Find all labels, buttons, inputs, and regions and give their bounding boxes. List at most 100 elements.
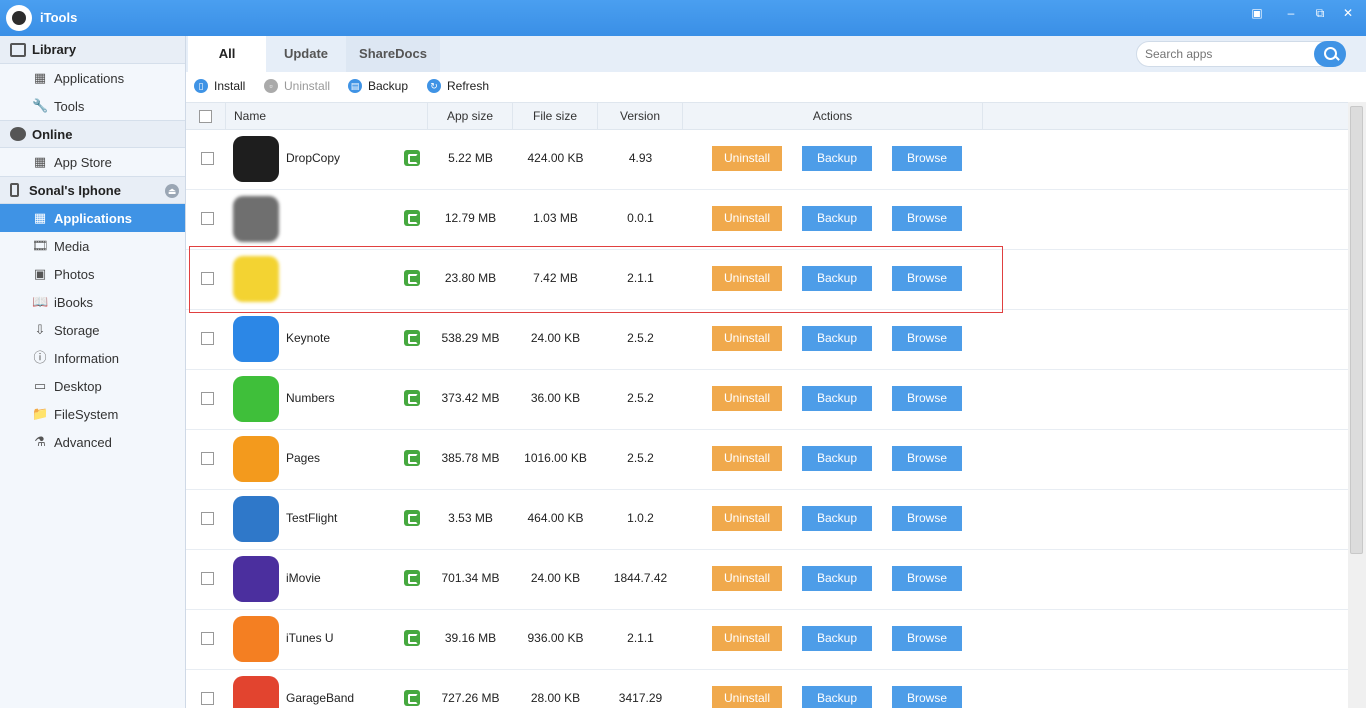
- app-version: 2.5.2: [627, 451, 654, 465]
- close-icon[interactable]: ✕: [1337, 4, 1359, 22]
- install-button[interactable]: ▯ Install: [194, 79, 245, 93]
- search-icon[interactable]: [1314, 41, 1346, 67]
- browse-app-button[interactable]: Browse: [892, 206, 962, 231]
- app-version: 2.5.2: [627, 391, 654, 405]
- header-app-size[interactable]: App size: [428, 103, 513, 130]
- tab-update[interactable]: Update: [266, 36, 346, 72]
- sidebar-section-device[interactable]: Sonal's Iphone ⏏: [0, 176, 185, 204]
- settings-icon[interactable]: ▣: [1246, 4, 1268, 22]
- compat-badge-icon: [404, 390, 420, 406]
- row-checkbox[interactable]: [201, 692, 214, 705]
- table-row[interactable]: Keynote 538.29 MB 24.00 KB 2.5.2 Uninstall Ba…: [186, 310, 1348, 370]
- sidebar-item-media[interactable]: 🎞 Media: [0, 232, 185, 260]
- grid-icon: ▦: [33, 210, 47, 225]
- uninstall-button[interactable]: ▫ Uninstall: [264, 79, 330, 93]
- header-name[interactable]: Name: [226, 103, 428, 130]
- backup-app-button[interactable]: Backup: [802, 566, 872, 591]
- backup-app-button[interactable]: Backup: [802, 146, 872, 171]
- uninstall-app-button[interactable]: Uninstall: [712, 506, 782, 531]
- sidebar-item-label: App Store: [54, 154, 112, 170]
- header-version[interactable]: Version: [598, 103, 683, 130]
- vertical-scrollbar[interactable]: [1348, 102, 1366, 708]
- browse-app-button[interactable]: Browse: [892, 566, 962, 591]
- row-checkbox[interactable]: [201, 452, 214, 465]
- browse-app-button[interactable]: Browse: [892, 506, 962, 531]
- tab-sharedocs[interactable]: ShareDocs: [346, 36, 440, 72]
- backup-app-button[interactable]: Backup: [802, 686, 872, 708]
- compat-badge-icon: [404, 510, 420, 526]
- backup-app-button[interactable]: Backup: [802, 206, 872, 231]
- uninstall-app-button[interactable]: Uninstall: [712, 386, 782, 411]
- install-icon: ▯: [194, 79, 208, 93]
- browse-app-button[interactable]: Browse: [892, 446, 962, 471]
- table-row[interactable]: TestFlight 3.53 MB 464.00 KB 1.0.2 Uninstall…: [186, 490, 1348, 550]
- header-file-size[interactable]: File size: [513, 103, 598, 130]
- sidebar-item-advanced[interactable]: ⚗ Advanced: [0, 428, 185, 456]
- app-name: TestFlight: [286, 511, 338, 525]
- row-checkbox[interactable]: [201, 152, 214, 165]
- browse-app-button[interactable]: Browse: [892, 386, 962, 411]
- select-all-checkbox[interactable]: [199, 110, 212, 123]
- backup-button[interactable]: ▤ Backup: [348, 79, 408, 93]
- install-label: Install: [214, 79, 246, 93]
- eject-icon[interactable]: ⏏: [165, 184, 179, 198]
- uninstall-app-button[interactable]: Uninstall: [712, 146, 782, 171]
- browse-app-button[interactable]: Browse: [892, 626, 962, 651]
- uninstall-app-button[interactable]: Uninstall: [712, 206, 782, 231]
- row-checkbox[interactable]: [201, 392, 214, 405]
- sidebar-item-filesystem[interactable]: 📁 FileSystem: [0, 400, 185, 428]
- refresh-button[interactable]: ↻ Refresh: [427, 79, 489, 93]
- table-row[interactable]: iMovie 701.34 MB 24.00 KB 1844.7.42 Uninstal…: [186, 550, 1348, 610]
- sidebar-item-app-store[interactable]: ▦ App Store: [0, 148, 185, 176]
- sidebar-item-storage[interactable]: ⇩ Storage: [0, 316, 185, 344]
- minimize-icon[interactable]: –: [1280, 4, 1302, 22]
- storage-icon: ⇩: [34, 322, 46, 337]
- row-checkbox[interactable]: [201, 512, 214, 525]
- browse-app-button[interactable]: Browse: [892, 686, 962, 708]
- sidebar-item-information[interactable]: ⓘ Information: [0, 344, 185, 372]
- row-checkbox[interactable]: [201, 572, 214, 585]
- app-version: 2.5.2: [627, 331, 654, 345]
- compat-badge-icon: [404, 570, 420, 586]
- backup-app-button[interactable]: Backup: [802, 506, 872, 531]
- row-checkbox[interactable]: [201, 632, 214, 645]
- uninstall-app-button[interactable]: Uninstall: [712, 626, 782, 651]
- uninstall-app-button[interactable]: Uninstall: [712, 686, 782, 708]
- sidebar-item-label: FileSystem: [54, 406, 119, 422]
- sidebar-item-applications[interactable]: ▦ Applications: [0, 204, 185, 232]
- sidebar-item-tools[interactable]: 🔧 Tools: [0, 92, 185, 120]
- browse-app-button[interactable]: Browse: [892, 146, 962, 171]
- backup-app-button[interactable]: Backup: [802, 326, 872, 351]
- sidebar-item-desktop[interactable]: ▭ Desktop: [0, 372, 185, 400]
- row-checkbox[interactable]: [201, 212, 214, 225]
- app-name: iMovie: [286, 571, 321, 585]
- table-row[interactable]: Pages 385.78 MB 1016.00 KB 2.5.2 Uninstall Ba…: [186, 430, 1348, 490]
- uninstall-app-button[interactable]: Uninstall: [712, 566, 782, 591]
- backup-app-button[interactable]: Backup: [802, 446, 872, 471]
- scrollbar-thumb[interactable]: [1350, 106, 1363, 554]
- sidebar-item-library-applications[interactable]: ▦ Applications: [0, 64, 185, 92]
- sidebar-section-online[interactable]: Online: [0, 120, 185, 148]
- sidebar: Library ▦ Applications 🔧 Tools Online ▦ …: [0, 36, 186, 708]
- browse-app-button[interactable]: Browse: [892, 326, 962, 351]
- uninstall-app-button[interactable]: Uninstall: [712, 446, 782, 471]
- backup-app-button[interactable]: Backup: [802, 626, 872, 651]
- app-size: 538.29 MB: [441, 331, 500, 345]
- app-size: 727.26 MB: [441, 691, 500, 705]
- table-row[interactable]: Numbers 373.42 MB 36.00 KB 2.5.2 Uninstall Ba…: [186, 370, 1348, 430]
- compat-badge-icon: [404, 210, 420, 226]
- sidebar-section-library[interactable]: Library: [0, 36, 185, 64]
- search-input[interactable]: [1145, 47, 1310, 61]
- uninstall-app-button[interactable]: Uninstall: [712, 326, 782, 351]
- sidebar-item-photos[interactable]: ▣ Photos: [0, 260, 185, 288]
- table-row[interactable]: GarageBand 727.26 MB 28.00 KB 3417.29 Uninst…: [186, 670, 1348, 708]
- restore-icon[interactable]: ⧉: [1309, 4, 1331, 22]
- file-size: 28.00 KB: [530, 691, 581, 705]
- backup-app-button[interactable]: Backup: [802, 386, 872, 411]
- table-row[interactable]: iTunes U 39.16 MB 936.00 KB 2.1.1 Uninstall B…: [186, 610, 1348, 670]
- table-row[interactable]: 12.79 MB 1.03 MB 0.0.1 Uninstall Backup Brows…: [186, 190, 1348, 250]
- table-row[interactable]: DropCopy 5.22 MB 424.00 KB 4.93 Uninstall Bac…: [186, 130, 1348, 190]
- sidebar-item-ibooks[interactable]: 📖 iBooks: [0, 288, 185, 316]
- row-checkbox[interactable]: [201, 332, 214, 345]
- tab-all[interactable]: All: [188, 36, 266, 72]
